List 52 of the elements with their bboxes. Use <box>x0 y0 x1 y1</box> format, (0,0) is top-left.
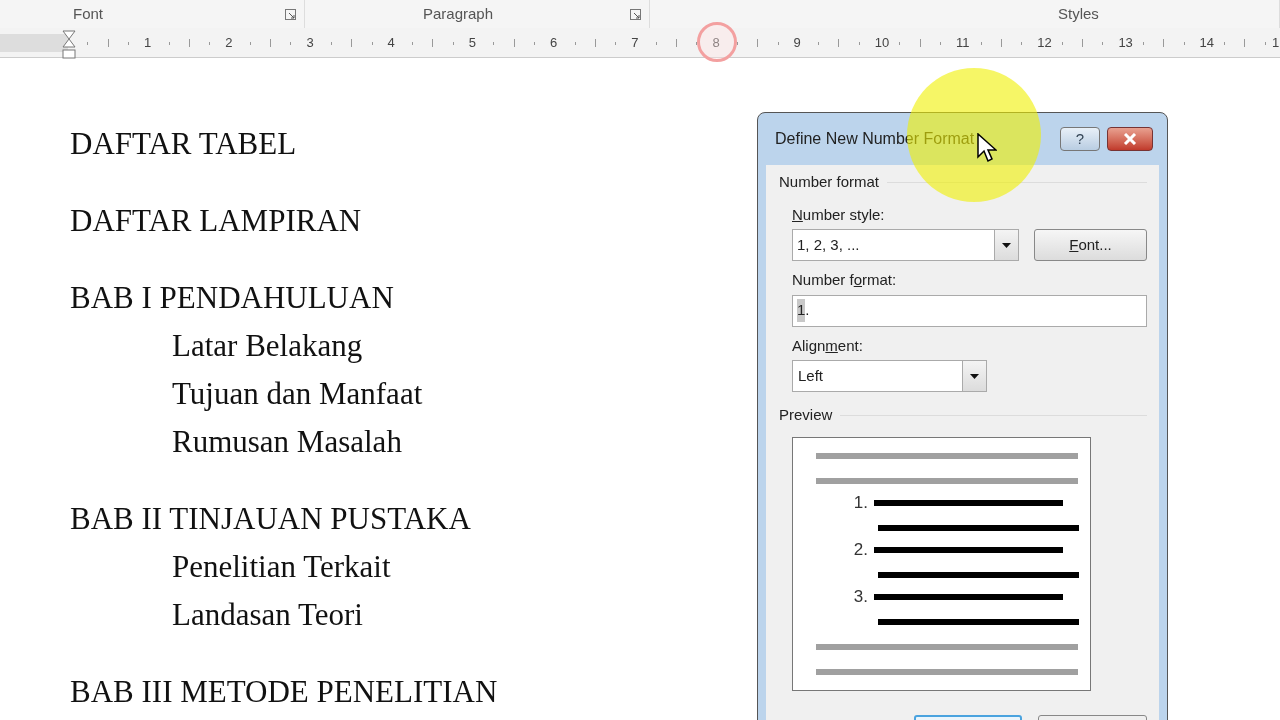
dialog-launcher-icon[interactable] <box>285 8 296 20</box>
ruler-number: 7 <box>631 34 639 52</box>
close-button[interactable] <box>1107 127 1153 151</box>
preview-number: 3. <box>852 585 869 608</box>
preview-number: 1. <box>852 491 869 514</box>
toc-subheading: Rumusan Masalah <box>172 423 402 461</box>
ruler-number: 2 <box>225 34 233 52</box>
ruler-number: 6 <box>550 34 558 52</box>
dropdown-button[interactable] <box>994 230 1018 260</box>
ruler-margin <box>0 34 68 52</box>
click-highlight-icon <box>697 22 737 62</box>
close-icon <box>1123 133 1137 145</box>
toc-heading: DAFTAR LAMPIRAN <box>70 202 362 240</box>
toc-subheading: Latar Belakang <box>172 327 363 365</box>
ruler-number: 10 <box>874 34 890 52</box>
toc-heading: BAB III METODE PENELITIAN <box>70 673 498 711</box>
caret-icon <box>970 373 979 379</box>
number-style-dropdown[interactable]: 1, 2, 3, ... <box>792 229 1019 261</box>
alignment-dropdown[interactable]: Left <box>792 360 987 392</box>
group-label: Paragraph <box>423 3 494 24</box>
toc-subheading: Tujuan dan Manfaat <box>172 375 423 413</box>
toc-subheading: Landasan Teori <box>172 596 363 634</box>
ruler-number: 8 <box>712 34 720 52</box>
help-button[interactable]: ? <box>1060 127 1100 151</box>
group-label: Styles <box>1058 3 1099 24</box>
ruler-number: 9 <box>793 34 801 52</box>
field-label: Number format: <box>792 270 898 290</box>
mouse-pointer-icon <box>977 133 997 163</box>
ruler-number: 4 <box>387 34 395 52</box>
number-format-field[interactable]: 1. <box>792 294 1147 327</box>
dialog-launcher-icon[interactable] <box>630 8 641 20</box>
field-label: Alignment: <box>792 335 864 356</box>
ruler-number: 12 <box>1037 34 1052 52</box>
group-label: Font <box>73 3 103 24</box>
section-label: Preview <box>779 405 833 425</box>
field-label: Number style: <box>792 204 886 225</box>
ruler-number: 14 <box>1199 34 1215 52</box>
section-label: Number format <box>779 172 880 192</box>
toc-heading: BAB I PENDAHULUAN <box>70 279 394 317</box>
toc-heading: BAB II TINJAUAN PUSTAKA <box>70 500 471 538</box>
toc-subheading: Penelitian Terkait <box>172 548 391 586</box>
ruler-number: 13 <box>1118 34 1133 52</box>
font-button[interactable]: Font... <box>1034 229 1147 261</box>
ruler-number: 1 <box>144 34 152 52</box>
caret-icon <box>1002 242 1011 248</box>
toc-heading: DAFTAR TABEL <box>70 125 297 163</box>
ruler-number: 3 <box>306 34 314 52</box>
dropdown-button[interactable] <box>962 361 986 391</box>
ruler-number: 1 <box>1272 34 1280 52</box>
preview-number: 2. <box>852 538 869 561</box>
ruler-number: 5 <box>468 34 477 52</box>
ruler-number: 11 <box>956 34 970 52</box>
